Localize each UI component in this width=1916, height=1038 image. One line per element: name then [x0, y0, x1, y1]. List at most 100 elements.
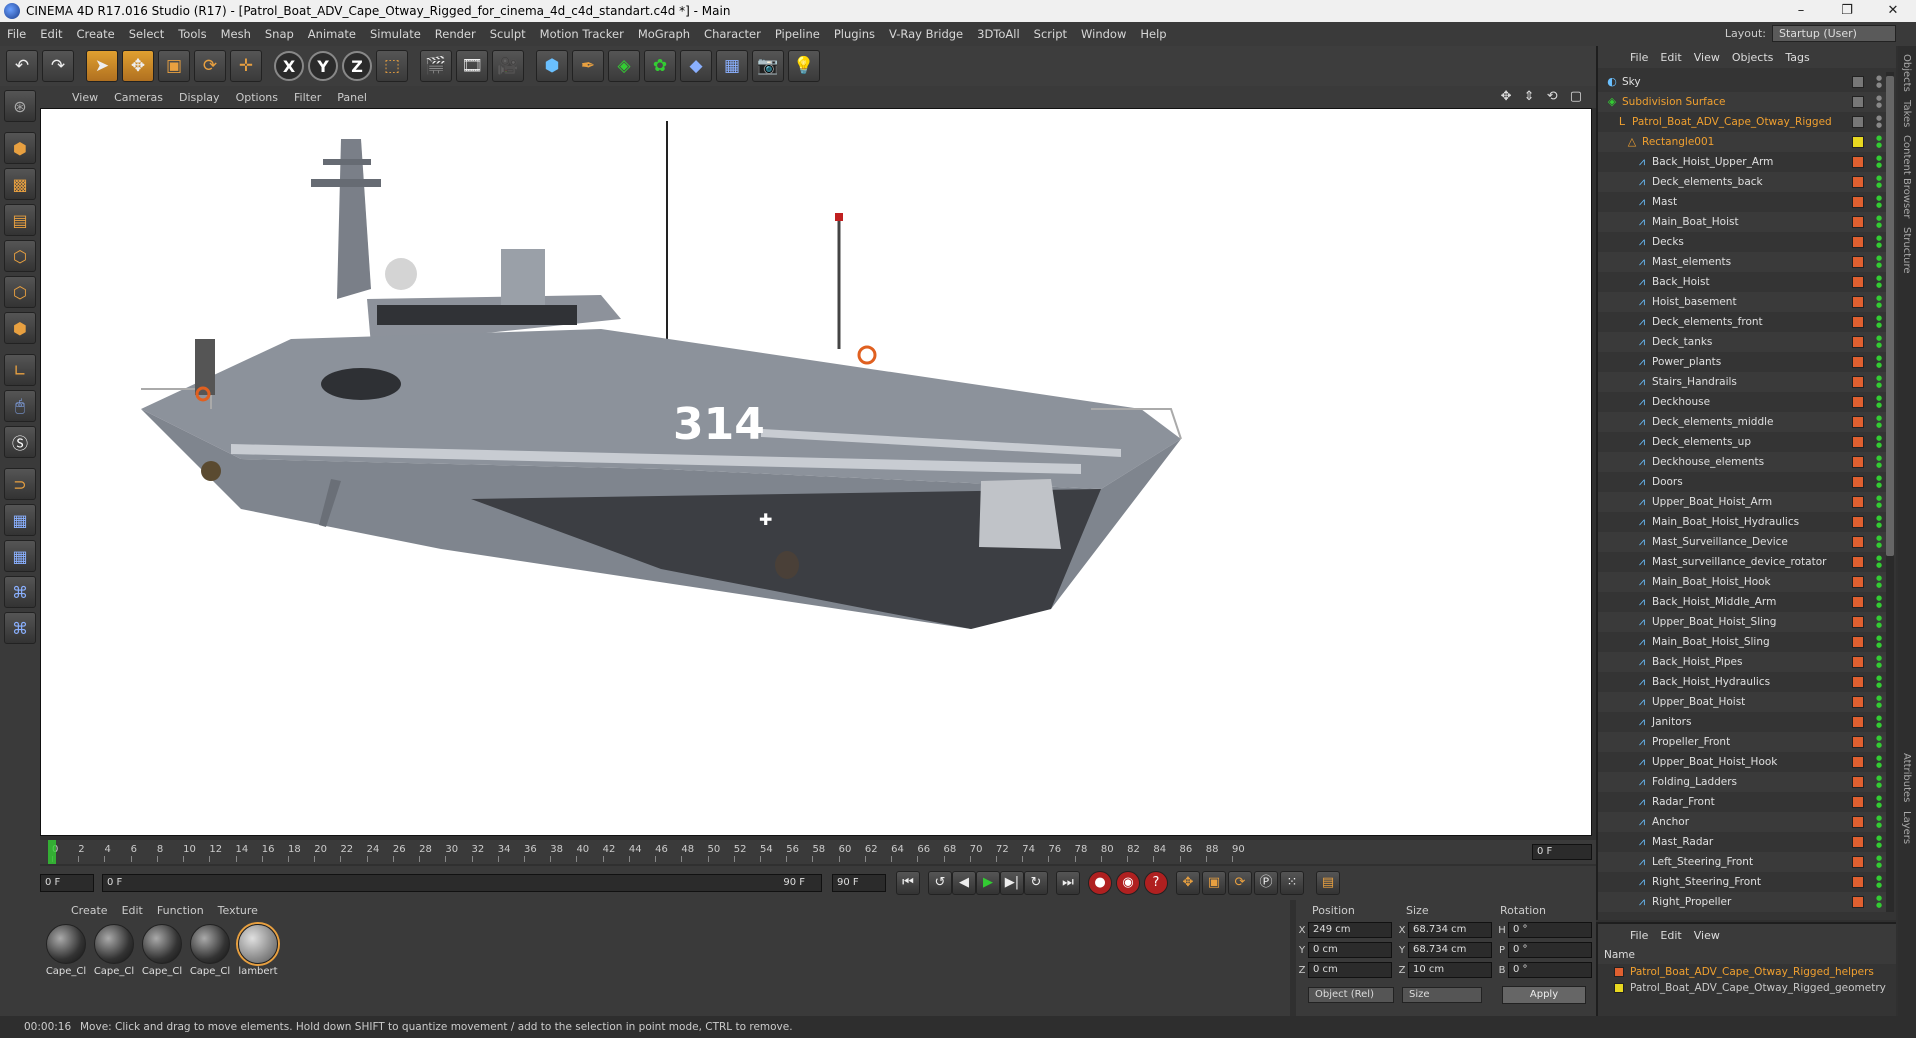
menu-simulate[interactable]: Simulate	[363, 22, 428, 46]
timeline-window-icon[interactable]: ▤	[1316, 871, 1340, 895]
object-menu-edit[interactable]: Edit	[1654, 51, 1687, 64]
object-row[interactable]: ⩘ Mast_surveillance_device_rotator ● ●	[1598, 552, 1888, 572]
menu-sculpt[interactable]: Sculpt	[483, 22, 533, 46]
visibility-dots-icon[interactable]: ● ●	[1876, 295, 1882, 309]
object-row[interactable]: ⩘ Deck_elements_middle ● ●	[1598, 412, 1888, 432]
visibility-dots-icon[interactable]: ● ●	[1876, 475, 1882, 489]
array-icon[interactable]: ✿	[644, 50, 676, 82]
visibility-dots-icon[interactable]: ● ●	[1876, 575, 1882, 589]
menu-help[interactable]: Help	[1133, 22, 1173, 46]
object-list-scrollbar[interactable]	[1886, 72, 1894, 912]
menu-animate[interactable]: Animate	[301, 22, 363, 46]
start-frame-field[interactable]: 0 F	[40, 874, 94, 892]
workplane-icon[interactable]: ▤	[4, 204, 36, 236]
3d-viewport[interactable]: ✚ 314	[40, 108, 1592, 836]
object-row[interactable]: ⩘ Mast ● ●	[1598, 192, 1888, 212]
side-tab-structure[interactable]: Structure	[1901, 227, 1912, 274]
menu-3dtoall[interactable]: 3DToAll	[970, 22, 1027, 46]
layer-tag-icon[interactable]	[1852, 476, 1864, 488]
visibility-dots-icon[interactable]: ● ●	[1876, 335, 1882, 349]
x-axis-lock-button[interactable]: X	[274, 51, 304, 81]
layer-tag-icon[interactable]	[1852, 516, 1864, 528]
visibility-dots-icon[interactable]: ● ●	[1876, 715, 1882, 729]
object-row[interactable]: ⩘ Main_Boat_Hoist_Hook ● ●	[1598, 572, 1888, 592]
model-mode-icon[interactable]: ⬢	[4, 132, 36, 164]
viewport-nav-icons[interactable]: ✥ ⇕ ⟲ ▢	[1501, 89, 1586, 104]
layer-row[interactable]: Patrol_Boat_ADV_Cape_Otway_Rigged_helper…	[1598, 964, 1896, 980]
menu-window[interactable]: Window	[1074, 22, 1133, 46]
material-swatch[interactable]: Cape_Cl	[188, 924, 232, 977]
key-scale-icon[interactable]: ▣	[1202, 871, 1226, 895]
material-swatch[interactable]: Cape_Cl	[92, 924, 136, 977]
live-selection-icon[interactable]: ➤	[86, 50, 118, 82]
size-field[interactable]: 68.734 cm	[1408, 942, 1492, 958]
visibility-dots-icon[interactable]: ● ●	[1876, 895, 1882, 909]
menu-file[interactable]: File	[0, 22, 33, 46]
position-field[interactable]: 0 cm	[1308, 962, 1392, 978]
visibility-dots-icon[interactable]: ● ●	[1876, 815, 1882, 829]
viewport-menu-display[interactable]: Display	[171, 91, 228, 104]
visibility-dots-icon[interactable]: ● ●	[1876, 435, 1882, 449]
object-row[interactable]: ◈ Subdivision Surface ● ●	[1598, 92, 1888, 112]
magnet-icon[interactable]: ⊃	[4, 468, 36, 500]
light-icon[interactable]: 💡	[788, 50, 820, 82]
menu-motion-tracker[interactable]: Motion Tracker	[533, 22, 631, 46]
layer-tag-icon[interactable]	[1852, 456, 1864, 468]
object-menu-view[interactable]: View	[1688, 51, 1726, 64]
menu-plugins[interactable]: Plugins	[827, 22, 882, 46]
visibility-dots-icon[interactable]: ● ●	[1876, 535, 1882, 549]
side-tab-attributes[interactable]: Attributes	[1901, 753, 1912, 802]
menu-character[interactable]: Character	[697, 22, 768, 46]
object-row[interactable]: ⩘ Deck_elements_up ● ●	[1598, 432, 1888, 452]
layer-tag-icon[interactable]	[1852, 616, 1864, 628]
visibility-dots-icon[interactable]: ● ●	[1876, 775, 1882, 789]
menu-tools[interactable]: Tools	[171, 22, 213, 46]
object-row[interactable]: ⩘ Main_Boat_Hoist_Hydraulics ● ●	[1598, 512, 1888, 532]
object-row[interactable]: ⩘ Hoist_basement ● ●	[1598, 292, 1888, 312]
viewport-menu-view[interactable]: View	[64, 91, 106, 104]
object-row[interactable]: ⩘ Back_Hoist_Upper_Arm ● ●	[1598, 152, 1888, 172]
record-icon[interactable]: ●	[1088, 871, 1112, 895]
layer-tag-icon[interactable]	[1852, 656, 1864, 668]
visibility-dots-icon[interactable]: ● ●	[1876, 455, 1882, 469]
visibility-dots-icon[interactable]: ● ●	[1876, 255, 1882, 269]
visibility-dots-icon[interactable]: ● ●	[1876, 875, 1882, 889]
object-row[interactable]: △ Rectangle001 ● ●	[1598, 132, 1888, 152]
python-icon[interactable]: ⌘	[4, 576, 36, 608]
close-button[interactable]: ✕	[1870, 0, 1916, 22]
object-row[interactable]: ⩘ Main_Boat_Hoist ● ●	[1598, 212, 1888, 232]
make-editable-icon[interactable]: ⊛	[4, 90, 36, 122]
visibility-dots-icon[interactable]: ● ●	[1876, 555, 1882, 569]
scale-icon[interactable]: ▣	[158, 50, 190, 82]
goto-start-icon[interactable]: ⏮	[896, 871, 920, 895]
layer-tag-icon[interactable]	[1852, 856, 1864, 868]
visibility-dots-icon[interactable]: ● ●	[1876, 635, 1882, 649]
layer-tag-icon[interactable]	[1852, 76, 1864, 88]
edges-mode-icon[interactable]: ⬡	[4, 276, 36, 308]
side-tab-objects[interactable]: Objects	[1901, 54, 1912, 92]
layout-dropdown[interactable]: Startup (User)	[1772, 25, 1896, 42]
deformer-icon[interactable]: ◆	[680, 50, 712, 82]
coordinate-system-icon[interactable]: ⬚	[376, 50, 408, 82]
layer-tag-icon[interactable]	[1852, 696, 1864, 708]
end-frame-field[interactable]: 90 F	[832, 874, 886, 892]
visibility-dots-icon[interactable]: ● ●	[1876, 375, 1882, 389]
size-field[interactable]: 10 cm	[1408, 962, 1492, 978]
frame-range-slider[interactable]: 0 F 90 F	[102, 874, 822, 892]
visibility-dots-icon[interactable]: ● ●	[1876, 735, 1882, 749]
visibility-dots-icon[interactable]: ● ●	[1876, 115, 1882, 129]
visibility-dots-icon[interactable]: ● ●	[1876, 75, 1882, 89]
layer-tag-icon[interactable]	[1852, 236, 1864, 248]
visibility-dots-icon[interactable]: ● ●	[1876, 835, 1882, 849]
object-row[interactable]: ⩘ Radar_Front ● ●	[1598, 792, 1888, 812]
visibility-dots-icon[interactable]: ● ●	[1876, 135, 1882, 149]
visibility-dots-icon[interactable]: ● ●	[1876, 655, 1882, 669]
visibility-dots-icon[interactable]: ● ●	[1876, 195, 1882, 209]
layer-color-swatch[interactable]	[1614, 983, 1624, 993]
viewport-menu-filter[interactable]: Filter	[286, 91, 329, 104]
transform-icon[interactable]: ✛	[230, 50, 262, 82]
object-row[interactable]: ◐ Sky ● ●	[1598, 72, 1888, 92]
material-menu-create[interactable]: Create	[64, 904, 115, 917]
layer-menu-view[interactable]: View	[1688, 929, 1726, 942]
layer-tag-icon[interactable]	[1852, 896, 1864, 908]
